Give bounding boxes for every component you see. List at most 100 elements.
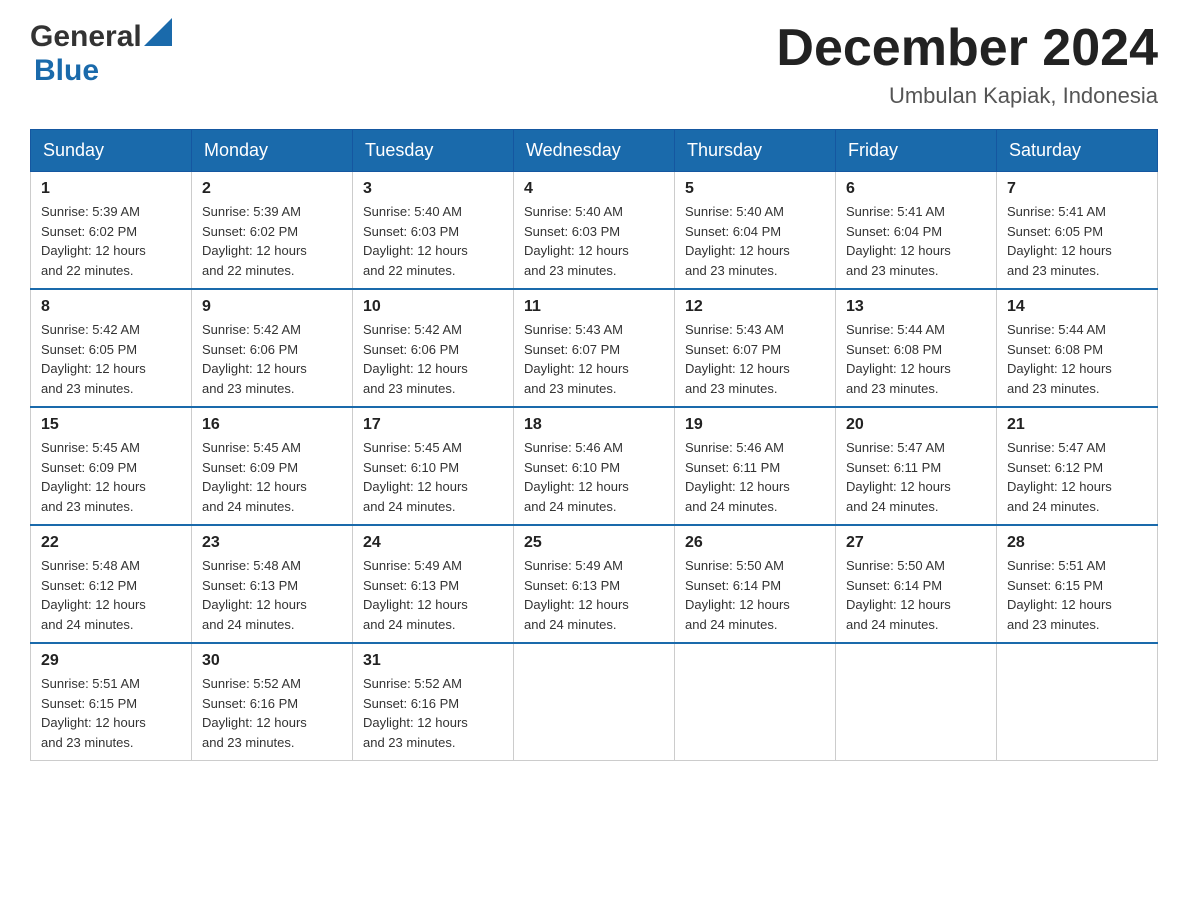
day-number: 16 [202, 416, 342, 434]
day-number: 10 [363, 298, 503, 316]
day-number: 17 [363, 416, 503, 434]
calendar-cell: 31 Sunrise: 5:52 AMSunset: 6:16 PMDayligh… [353, 643, 514, 761]
day-info: Sunrise: 5:49 AMSunset: 6:13 PMDaylight:… [524, 556, 664, 634]
col-header-sunday: Sunday [31, 130, 192, 172]
day-number: 6 [846, 180, 986, 198]
day-info: Sunrise: 5:48 AMSunset: 6:12 PMDaylight:… [41, 556, 181, 634]
day-info: Sunrise: 5:40 AMSunset: 6:03 PMDaylight:… [363, 202, 503, 280]
day-number: 20 [846, 416, 986, 434]
logo: General Blue [30, 20, 172, 88]
day-number: 30 [202, 652, 342, 670]
day-info: Sunrise: 5:47 AMSunset: 6:11 PMDaylight:… [846, 438, 986, 516]
day-info: Sunrise: 5:50 AMSunset: 6:14 PMDaylight:… [846, 556, 986, 634]
calendar-week-row: 1 Sunrise: 5:39 AMSunset: 6:02 PMDaylight… [31, 172, 1158, 290]
calendar-cell: 29 Sunrise: 5:51 AMSunset: 6:15 PMDayligh… [31, 643, 192, 761]
day-number: 8 [41, 298, 181, 316]
day-info: Sunrise: 5:51 AMSunset: 6:15 PMDaylight:… [1007, 556, 1147, 634]
day-info: Sunrise: 5:39 AMSunset: 6:02 PMDaylight:… [202, 202, 342, 280]
calendar-week-row: 15 Sunrise: 5:45 AMSunset: 6:09 PMDayligh… [31, 407, 1158, 525]
day-number: 28 [1007, 534, 1147, 552]
day-number: 1 [41, 180, 181, 198]
logo-triangle-icon [144, 18, 172, 46]
day-info: Sunrise: 5:41 AMSunset: 6:05 PMDaylight:… [1007, 202, 1147, 280]
calendar-cell: 17 Sunrise: 5:45 AMSunset: 6:10 PMDayligh… [353, 407, 514, 525]
calendar-cell: 3 Sunrise: 5:40 AMSunset: 6:03 PMDaylight… [353, 172, 514, 290]
calendar-cell: 26Sunrise: 5:50 AMSunset: 6:14 PMDayligh… [675, 525, 836, 643]
calendar-cell: 27 Sunrise: 5:50 AMSunset: 6:14 PMDayligh… [836, 525, 997, 643]
day-info: Sunrise: 5:44 AMSunset: 6:08 PMDaylight:… [1007, 320, 1147, 398]
calendar-cell: 2 Sunrise: 5:39 AMSunset: 6:02 PMDaylight… [192, 172, 353, 290]
calendar-cell: 18Sunrise: 5:46 AMSunset: 6:10 PMDayligh… [514, 407, 675, 525]
day-info: Sunrise: 5:52 AMSunset: 6:16 PMDaylight:… [202, 674, 342, 752]
day-number: 15 [41, 416, 181, 434]
calendar-table: SundayMondayTuesdayWednesdayThursdayFrid… [30, 129, 1158, 761]
day-number: 3 [363, 180, 503, 198]
calendar-cell [836, 643, 997, 761]
day-number: 13 [846, 298, 986, 316]
day-info: Sunrise: 5:49 AMSunset: 6:13 PMDaylight:… [363, 556, 503, 634]
calendar-cell: 23Sunrise: 5:48 AMSunset: 6:13 PMDayligh… [192, 525, 353, 643]
day-number: 29 [41, 652, 181, 670]
calendar-cell: 11Sunrise: 5:43 AMSunset: 6:07 PMDayligh… [514, 289, 675, 407]
calendar-cell: 16Sunrise: 5:45 AMSunset: 6:09 PMDayligh… [192, 407, 353, 525]
col-header-friday: Friday [836, 130, 997, 172]
day-info: Sunrise: 5:43 AMSunset: 6:07 PMDaylight:… [685, 320, 825, 398]
day-number: 25 [524, 534, 664, 552]
day-info: Sunrise: 5:52 AMSunset: 6:16 PMDaylight:… [363, 674, 503, 752]
calendar-cell: 14 Sunrise: 5:44 AMSunset: 6:08 PMDayligh… [997, 289, 1158, 407]
calendar-cell [675, 643, 836, 761]
calendar-cell: 15 Sunrise: 5:45 AMSunset: 6:09 PMDayligh… [31, 407, 192, 525]
col-header-monday: Monday [192, 130, 353, 172]
title-section: December 2024 Umbulan Kapiak, Indonesia [776, 20, 1158, 109]
calendar-header-row: SundayMondayTuesdayWednesdayThursdayFrid… [31, 130, 1158, 172]
calendar-cell: 19Sunrise: 5:46 AMSunset: 6:11 PMDayligh… [675, 407, 836, 525]
day-info: Sunrise: 5:45 AMSunset: 6:09 PMDaylight:… [41, 438, 181, 516]
day-info: Sunrise: 5:40 AMSunset: 6:03 PMDaylight:… [524, 202, 664, 280]
day-number: 26 [685, 534, 825, 552]
day-info: Sunrise: 5:45 AMSunset: 6:10 PMDaylight:… [363, 438, 503, 516]
day-number: 14 [1007, 298, 1147, 316]
col-header-wednesday: Wednesday [514, 130, 675, 172]
location-subtitle: Umbulan Kapiak, Indonesia [776, 83, 1158, 109]
day-info: Sunrise: 5:40 AMSunset: 6:04 PMDaylight:… [685, 202, 825, 280]
day-number: 27 [846, 534, 986, 552]
col-header-tuesday: Tuesday [353, 130, 514, 172]
page-header: General Blue December 2024 Umbulan Kapia… [30, 20, 1158, 109]
calendar-cell [997, 643, 1158, 761]
logo-blue-text: Blue [34, 54, 99, 87]
day-info: Sunrise: 5:42 AMSunset: 6:06 PMDaylight:… [363, 320, 503, 398]
calendar-cell: 12 Sunrise: 5:43 AMSunset: 6:07 PMDayligh… [675, 289, 836, 407]
calendar-cell: 1 Sunrise: 5:39 AMSunset: 6:02 PMDaylight… [31, 172, 192, 290]
day-number: 4 [524, 180, 664, 198]
day-number: 21 [1007, 416, 1147, 434]
day-number: 24 [363, 534, 503, 552]
calendar-week-row: 22 Sunrise: 5:48 AMSunset: 6:12 PMDayligh… [31, 525, 1158, 643]
day-info: Sunrise: 5:43 AMSunset: 6:07 PMDaylight:… [524, 320, 664, 398]
calendar-cell: 10 Sunrise: 5:42 AMSunset: 6:06 PMDayligh… [353, 289, 514, 407]
calendar-cell [514, 643, 675, 761]
day-info: Sunrise: 5:42 AMSunset: 6:05 PMDaylight:… [41, 320, 181, 398]
day-info: Sunrise: 5:48 AMSunset: 6:13 PMDaylight:… [202, 556, 342, 634]
calendar-cell: 6 Sunrise: 5:41 AMSunset: 6:04 PMDaylight… [836, 172, 997, 290]
calendar-cell: 24 Sunrise: 5:49 AMSunset: 6:13 PMDayligh… [353, 525, 514, 643]
day-number: 5 [685, 180, 825, 198]
day-number: 22 [41, 534, 181, 552]
day-number: 2 [202, 180, 342, 198]
calendar-cell: 5 Sunrise: 5:40 AMSunset: 6:04 PMDaylight… [675, 172, 836, 290]
calendar-cell: 22 Sunrise: 5:48 AMSunset: 6:12 PMDayligh… [31, 525, 192, 643]
day-number: 31 [363, 652, 503, 670]
calendar-week-row: 8 Sunrise: 5:42 AMSunset: 6:05 PMDaylight… [31, 289, 1158, 407]
day-info: Sunrise: 5:51 AMSunset: 6:15 PMDaylight:… [41, 674, 181, 752]
day-info: Sunrise: 5:44 AMSunset: 6:08 PMDaylight:… [846, 320, 986, 398]
calendar-cell: 21Sunrise: 5:47 AMSunset: 6:12 PMDayligh… [997, 407, 1158, 525]
day-number: 12 [685, 298, 825, 316]
col-header-saturday: Saturday [997, 130, 1158, 172]
day-info: Sunrise: 5:39 AMSunset: 6:02 PMDaylight:… [41, 202, 181, 280]
day-number: 9 [202, 298, 342, 316]
calendar-week-row: 29 Sunrise: 5:51 AMSunset: 6:15 PMDayligh… [31, 643, 1158, 761]
day-info: Sunrise: 5:41 AMSunset: 6:04 PMDaylight:… [846, 202, 986, 280]
calendar-cell: 28 Sunrise: 5:51 AMSunset: 6:15 PMDayligh… [997, 525, 1158, 643]
day-info: Sunrise: 5:46 AMSunset: 6:10 PMDaylight:… [524, 438, 664, 516]
calendar-cell: 13 Sunrise: 5:44 AMSunset: 6:08 PMDayligh… [836, 289, 997, 407]
calendar-cell: 30 Sunrise: 5:52 AMSunset: 6:16 PMDayligh… [192, 643, 353, 761]
